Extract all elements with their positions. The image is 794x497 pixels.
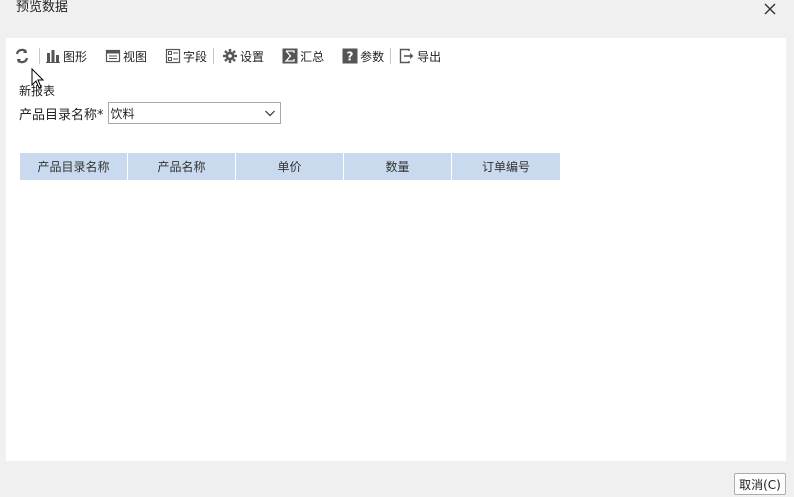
parameter-label: 产品目录名称* xyxy=(19,107,104,123)
view-icon xyxy=(105,48,121,64)
settings-button-label: 设置 xyxy=(240,49,265,64)
chevron-down-icon xyxy=(264,107,276,119)
column-header[interactable]: 单价 xyxy=(236,153,344,180)
settings-button[interactable]: 设置 xyxy=(222,46,264,66)
column-header[interactable]: 数量 xyxy=(344,153,452,180)
title-bar: 预览数据 xyxy=(0,0,794,28)
parameters-button-label: 参数 xyxy=(360,49,385,64)
window-title: 预览数据 xyxy=(16,0,69,15)
gear-icon xyxy=(222,48,238,64)
export-button-label: 导出 xyxy=(417,49,442,64)
bar-chart-icon xyxy=(45,48,61,64)
column-header[interactable]: 产品目录名称 xyxy=(20,153,128,180)
close-button[interactable] xyxy=(758,0,782,18)
column-header[interactable]: 订单编号 xyxy=(452,153,560,180)
close-icon xyxy=(764,3,776,15)
chart-button-label: 图形 xyxy=(63,49,88,64)
summary-button-label: 汇总 xyxy=(300,49,325,64)
summary-button[interactable]: 汇总 xyxy=(282,46,324,66)
toolbar-separator xyxy=(390,48,392,64)
refresh-icon xyxy=(15,48,29,64)
question-icon: ? xyxy=(342,48,358,64)
preview-panel: 图形 视图 字段 设置 汇总 ? 参数 导出 新报表 产品目录名称* 饮料 产品… xyxy=(6,38,786,461)
svg-text:?: ? xyxy=(347,50,354,64)
view-button-label: 视图 xyxy=(123,49,148,64)
toolbar: 图形 视图 字段 设置 汇总 ? 参数 导出 xyxy=(13,45,459,67)
category-select-value: 饮料 xyxy=(110,106,135,121)
data-grid-header: 产品目录名称 产品名称 单价 数量 订单编号 xyxy=(20,153,560,180)
report-title: 新报表 xyxy=(19,84,56,98)
sigma-icon xyxy=(282,48,298,64)
toolbar-separator xyxy=(213,48,215,64)
column-header[interactable]: 产品名称 xyxy=(128,153,236,180)
parameters-button[interactable]: ? 参数 xyxy=(342,46,384,66)
parameter-row: 产品目录名称* 饮料 xyxy=(19,102,281,124)
view-button[interactable]: 视图 xyxy=(105,46,147,66)
export-button[interactable]: 导出 xyxy=(399,46,441,66)
field-icon xyxy=(165,48,181,64)
category-select[interactable]: 饮料 xyxy=(107,102,281,124)
cancel-button[interactable]: 取消(C) xyxy=(734,473,786,495)
refresh-button[interactable] xyxy=(13,46,31,66)
field-button[interactable]: 字段 xyxy=(165,46,207,66)
export-icon xyxy=(399,48,415,64)
field-button-label: 字段 xyxy=(183,49,208,64)
chart-button[interactable]: 图形 xyxy=(45,46,87,66)
toolbar-separator xyxy=(39,48,40,64)
